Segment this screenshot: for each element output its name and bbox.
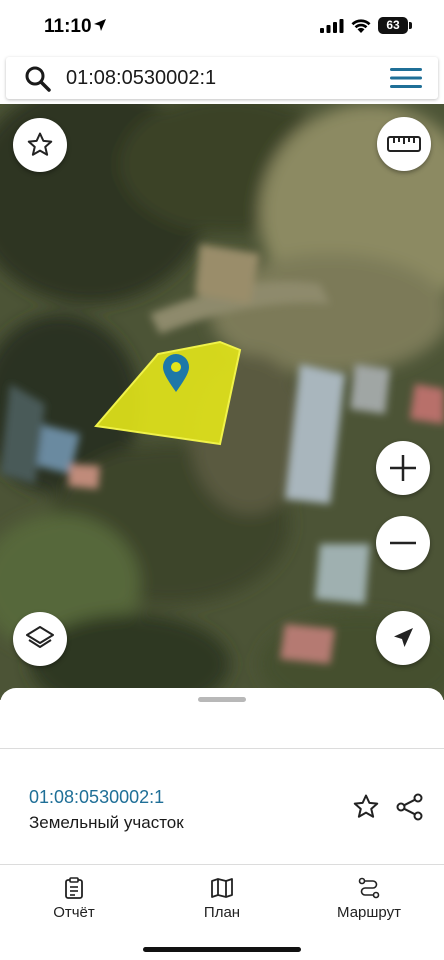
bottom-sheet: 01:08:0530002:1 Земельный участок Отчёт bbox=[0, 688, 444, 960]
status-bar: 11:10 63 bbox=[0, 0, 444, 54]
parcel-object-type: Земельный участок bbox=[29, 813, 184, 832]
layers-icon bbox=[26, 626, 54, 648]
parcel-cadastral-number[interactable]: 01:08:0530002:1 bbox=[29, 787, 164, 808]
search-icon[interactable] bbox=[24, 65, 52, 93]
zoom-in-button[interactable] bbox=[376, 441, 430, 495]
navigation-arrow-icon bbox=[394, 628, 413, 647]
nav-plan-label: План bbox=[203, 904, 241, 921]
favorite-button[interactable] bbox=[13, 118, 67, 172]
minus-icon bbox=[390, 541, 416, 545]
star-icon bbox=[27, 132, 53, 156]
nav-report-label: Отчёт bbox=[53, 904, 95, 921]
search-input[interactable] bbox=[66, 57, 366, 99]
route-icon bbox=[358, 877, 380, 899]
status-time: 11:10 bbox=[44, 16, 92, 37]
home-indicator[interactable] bbox=[143, 947, 301, 952]
map-plan-icon bbox=[211, 878, 233, 898]
bottom-navigation: Отчёт План Маршрут bbox=[0, 865, 444, 925]
zoom-out-button[interactable] bbox=[376, 516, 430, 570]
add-favorite-icon[interactable] bbox=[351, 792, 381, 822]
location-arrow-icon bbox=[94, 19, 106, 31]
nav-plan[interactable]: План bbox=[167, 877, 277, 921]
hamburger-menu-icon[interactable] bbox=[390, 67, 422, 89]
satellite-map[interactable] bbox=[0, 104, 444, 700]
nav-route-label: Маршрут bbox=[337, 904, 401, 921]
sheet-grabber[interactable] bbox=[198, 697, 246, 702]
nav-route[interactable]: Маршрут bbox=[314, 877, 424, 921]
wifi-icon bbox=[351, 19, 371, 33]
search-bar bbox=[6, 57, 438, 99]
layers-button[interactable] bbox=[13, 612, 67, 666]
nav-report[interactable]: Отчёт bbox=[19, 877, 129, 921]
ruler-button[interactable] bbox=[377, 117, 431, 171]
share-icon[interactable] bbox=[395, 792, 425, 822]
satellite-imagery bbox=[0, 104, 444, 700]
plus-icon bbox=[390, 455, 416, 481]
ruler-icon bbox=[387, 136, 421, 152]
cellular-signal-icon bbox=[320, 19, 344, 33]
divider bbox=[0, 748, 444, 749]
battery-indicator: 63 bbox=[378, 17, 412, 34]
locate-button[interactable] bbox=[376, 611, 430, 665]
report-clipboard-icon bbox=[65, 877, 83, 899]
